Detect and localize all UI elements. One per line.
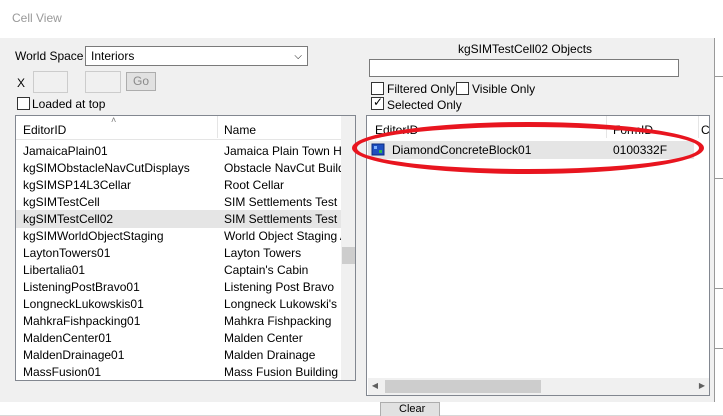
cell-editorid: kgSIMWorldObjectStaging [23,229,164,243]
cell-editorid: kgSIMTestCell [23,195,100,209]
world-space-select[interactable]: Interiors ⌵ [85,46,308,66]
objects-list[interactable]: EditorID FormID C DiamondConcreteBlock01… [366,115,710,396]
world-space-label: World Space [15,49,84,63]
filtered-only-checkbox[interactable] [371,82,384,95]
x-coordinate-input[interactable] [33,71,68,93]
y-label: Y [75,76,84,90]
cell-list-vertical-scrollbar[interactable] [341,116,355,380]
cell-editorid: Libertalia01 [23,263,86,277]
table-row[interactable]: kgSIMSP14L3Cellar Root Cellar [16,176,342,194]
table-row[interactable]: kgSIMTestCell SIM Settlements Test Ce [16,193,342,211]
cell-name: Jamaica Plain Town Hall [224,144,342,158]
loaded-at-top-label: Loaded at top [32,97,106,111]
visible-only-checkbox[interactable] [456,82,469,95]
cell-name: Malden Drainage [224,348,316,362]
cell-name: World Object Staging Are [224,229,342,243]
table-row[interactable]: LaytonTowers01 Layton Towers [16,244,342,262]
objects-filter-input[interactable] [369,59,679,77]
x-label: X [17,76,26,90]
cell-editorid: MaldenCenter01 [23,331,112,345]
world-space-value: Interiors [91,49,135,63]
object-row[interactable]: DiamondConcreteBlock01 0100332F [368,141,694,159]
chevron-down-icon: ⌵ [294,51,302,62]
cell-editorid: kgSIMSP14L3Cellar [23,178,132,192]
cell-list[interactable]: EditorID ˄ Name JamaicaPlain01 Jamaica Pl… [15,115,356,381]
cell-view-window: Cell View World Space Interiors ⌵ X Y Go… [0,0,723,416]
cell-editorid: MahkraFishpacking01 [23,314,141,328]
window-title: Cell View [12,11,62,25]
objects-scroll-thumb[interactable] [385,380,541,393]
objects-horizontal-scrollbar[interactable]: ◀ ▶ [368,378,709,395]
cell-editorid: MassFusion01 [23,365,102,379]
cell-editorid: ListeningPostBravo01 [23,280,140,294]
table-row[interactable]: kgSIMWorldObjectStaging World Object Stag… [16,227,342,245]
title-bar: Cell View [0,0,723,38]
object-cube-icon [371,143,385,156]
cell-name: Malden Center [224,331,303,345]
background-window-edge [714,38,723,415]
cell-list-scroll-thumb[interactable] [342,247,355,264]
selected-only-label: Selected Only [387,98,462,112]
table-row[interactable]: MaldenCenter01 Malden Center [16,329,342,347]
object-formid: 0100332F [613,143,668,157]
objects-title: kgSIMTestCell02 Objects [458,42,593,56]
go-button[interactable]: Go [126,72,156,91]
cell-name: Listening Post Bravo [224,280,335,294]
column-header-object-editorid[interactable]: EditorID [367,116,607,138]
cell-editorid: JamaicaPlain01 [23,144,108,158]
visible-only-label: Visible Only [472,82,536,96]
table-row[interactable]: MahkraFishpacking01 Mahkra Fishpacking [16,312,342,330]
table-row[interactable]: MassFusion01 Mass Fusion Building [16,363,342,380]
column-header-formid[interactable]: FormID [607,116,699,138]
y-coordinate-input[interactable] [85,71,121,93]
cell-name: Mass Fusion Building [224,365,339,379]
cell-name: Layton Towers [224,246,302,260]
table-row[interactable]: kgSIMObstacleNavCutDisplays Obstacle NavC… [16,159,342,177]
table-row[interactable]: JamaicaPlain01 Jamaica Plain Town Hall [16,142,342,160]
cell-editorid: LaytonTowers01 [23,246,111,260]
cell-name: SIM Settlements Test Ce [224,195,342,209]
table-row[interactable]: MaldenDrainage01 Malden Drainage [16,346,342,364]
bottom-strip [0,402,723,415]
cell-editorid: MaldenDrainage01 [23,348,125,362]
clear-button[interactable]: Clear [380,402,440,416]
cell-name: Mahkra Fishpacking [224,314,332,328]
cell-editorid: LongneckLukowskis01 [23,297,144,311]
loaded-at-top-checkbox[interactable] [17,97,30,110]
object-editorid: DiamondConcreteBlock01 [392,143,532,157]
cell-name: Longneck Lukowski's Ca [224,297,342,311]
cell-name: SIM Settlements Test Ce [224,212,342,226]
cell-name: Captain's Cabin [224,263,309,277]
cell-name: Root Cellar [224,178,285,192]
sort-ascending-icon: ˄ [111,115,117,125]
cell-editorid: kgSIMTestCell02 [23,212,114,226]
table-row[interactable]: ListeningPostBravo01 Listening Post Bravo [16,278,342,296]
filtered-only-label: Filtered Only [387,82,456,96]
column-header-name[interactable]: Name [218,116,342,138]
table-row[interactable]: LongneckLukowskis01 Longneck Lukowski's C… [16,295,342,313]
selected-only-checkbox[interactable] [371,95,384,110]
table-row[interactable]: Libertalia01 Captain's Cabin [16,261,342,279]
scroll-right-icon[interactable]: ▶ [697,381,707,390]
column-header-c[interactable]: C [699,116,709,138]
cell-name: Obstacle NavCut Build C [224,161,342,175]
scroll-left-icon[interactable]: ◀ [370,381,380,390]
cell-editorid: kgSIMObstacleNavCutDisplays [23,161,190,175]
column-header-editorid[interactable]: EditorID ˄ [16,116,218,138]
table-row[interactable]: kgSIMTestCell02 SIM Settlements Test Ce [16,210,342,228]
